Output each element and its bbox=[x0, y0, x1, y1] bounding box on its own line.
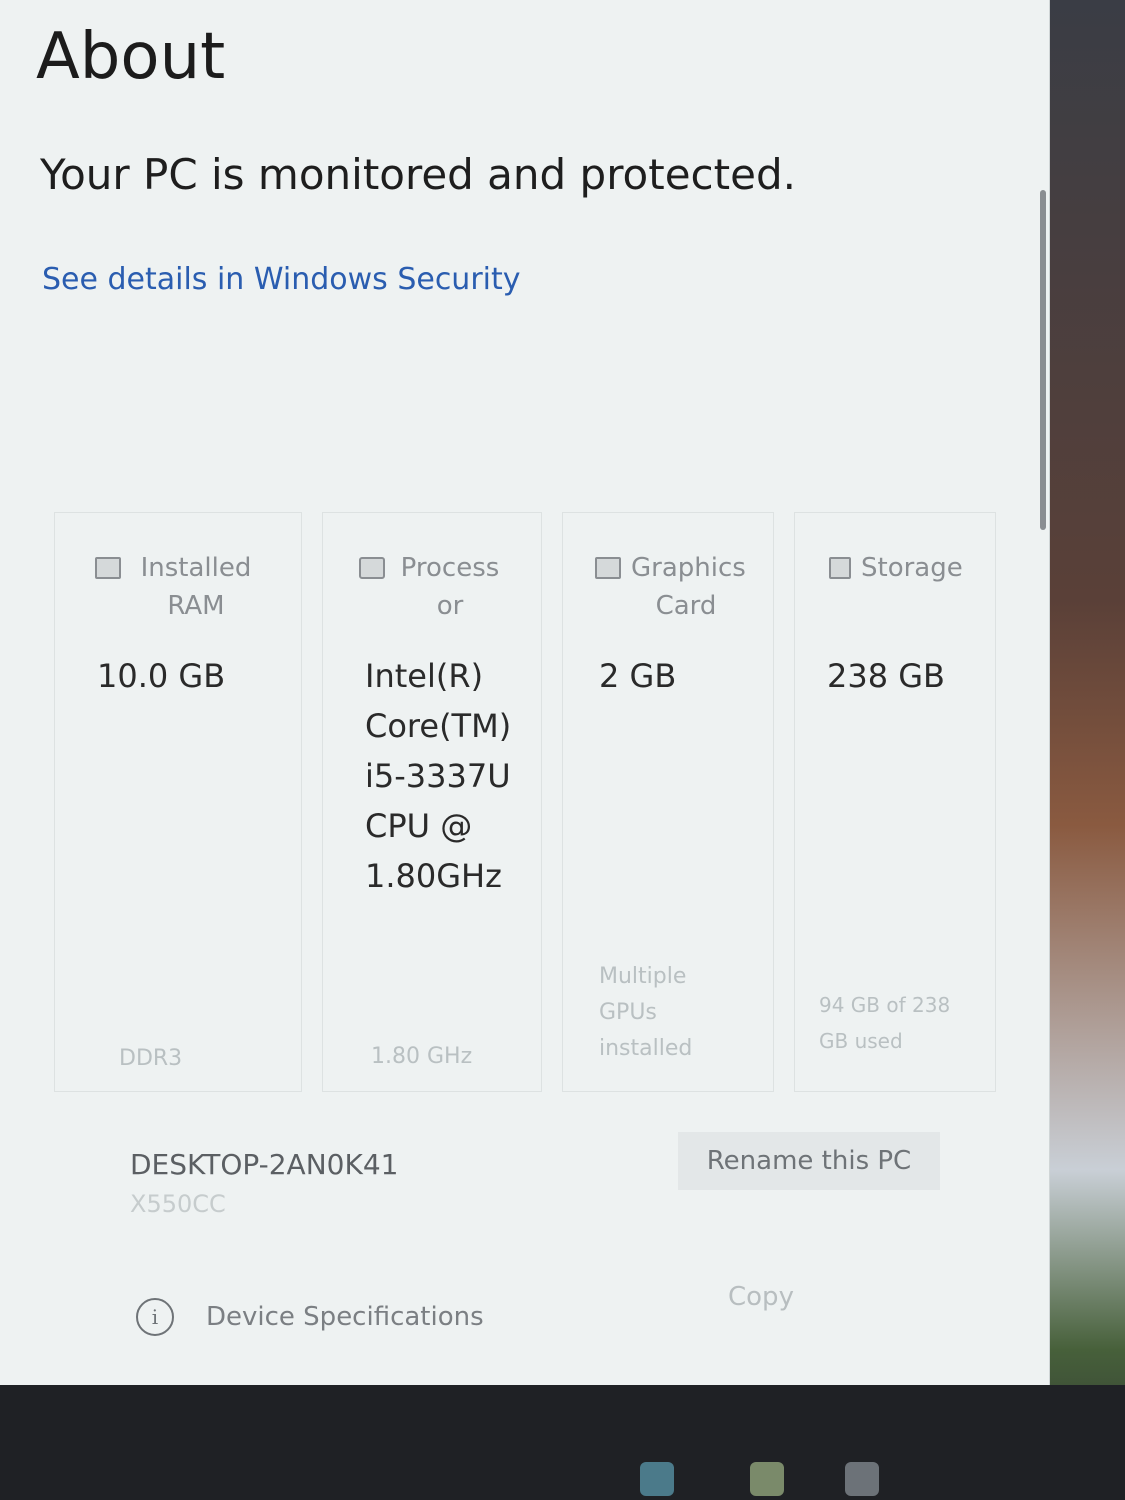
device-name: DESKTOP-2AN0K41 bbox=[130, 1148, 399, 1181]
spec-card-label: Storage bbox=[861, 553, 963, 583]
spec-card-detail: DDR3 bbox=[119, 1046, 183, 1071]
spec-card-label: Processor bbox=[400, 553, 500, 621]
spec-card-detail: 1.80 GHz bbox=[371, 1044, 473, 1069]
processor-icon bbox=[359, 557, 385, 579]
graphics-card-icon bbox=[595, 557, 621, 579]
spec-card-header: Graphics Card bbox=[563, 549, 773, 625]
spec-card-value: 238 GB bbox=[827, 657, 945, 695]
device-model: X550CC bbox=[130, 1190, 226, 1218]
page-title: About bbox=[36, 20, 226, 94]
spec-card-value: 10.0 GB bbox=[97, 657, 226, 695]
taskbar-app-icon[interactable] bbox=[750, 1462, 784, 1496]
device-specifications-section[interactable]: i Device Specifications bbox=[136, 1298, 484, 1336]
device-specifications-label: Device Specifications bbox=[206, 1302, 484, 1332]
spec-card-value: Intel(R) Core(TM) i5-3337U CPU @ 1.80GHz bbox=[365, 657, 512, 895]
spec-card-header: Processor bbox=[323, 549, 541, 625]
rename-pc-button[interactable]: Rename this PC bbox=[678, 1132, 940, 1190]
spec-card-processor: Processor Intel(R) Core(TM) i5-3337U CPU… bbox=[322, 512, 542, 1092]
spec-card-value: 2 GB bbox=[599, 657, 677, 695]
windows-security-link[interactable]: See details in Windows Security bbox=[42, 262, 521, 297]
security-status-text: Your PC is monitored and protected. bbox=[40, 150, 796, 199]
taskbar bbox=[0, 1385, 1125, 1500]
spec-card-label: Installed RAM bbox=[140, 553, 252, 621]
info-icon: i bbox=[136, 1298, 174, 1336]
spec-card-ram: Installed RAM 10.0 GB DDR3 bbox=[54, 512, 302, 1092]
spec-card-detail: 94 GB of 238 GB used bbox=[819, 993, 951, 1053]
gear-icon[interactable] bbox=[845, 1462, 879, 1496]
ram-icon bbox=[95, 557, 121, 579]
taskbar-app-icon[interactable] bbox=[640, 1462, 674, 1496]
spec-card-detail: Multiple GPUs installed bbox=[599, 964, 693, 1061]
spec-card-storage: Storage 238 GB 94 GB of 238 GB used bbox=[794, 512, 996, 1092]
storage-icon bbox=[829, 557, 851, 579]
scrollbar[interactable] bbox=[1040, 190, 1046, 530]
spec-card-label: Graphics Card bbox=[631, 553, 746, 621]
spec-card-graphics: Graphics Card 2 GB Multiple GPUs install… bbox=[562, 512, 774, 1092]
spec-card-header: Installed RAM bbox=[55, 549, 301, 625]
copy-button[interactable]: Copy bbox=[728, 1282, 794, 1312]
spec-card-header: Storage bbox=[795, 549, 995, 587]
about-settings-panel: About Your PC is monitored and protected… bbox=[0, 0, 1050, 1385]
